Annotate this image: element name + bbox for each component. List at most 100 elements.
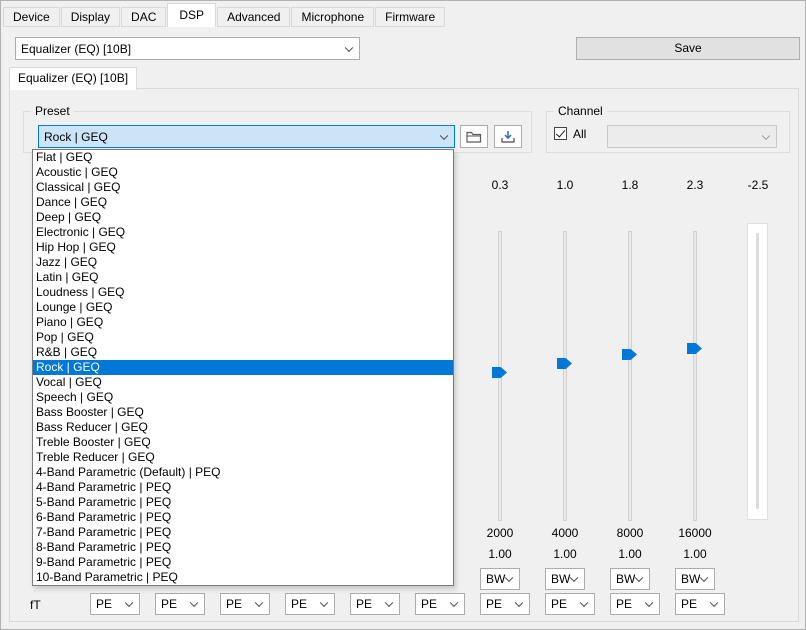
preset-combo[interactable]: Rock | GEQ xyxy=(38,125,455,148)
tab-firmware[interactable]: Firmware xyxy=(375,7,445,27)
chevron-down-icon xyxy=(762,131,770,139)
filter-type-combo[interactable]: PE xyxy=(610,593,660,615)
filter-type-row-label: fT xyxy=(30,598,41,612)
chevron-down-icon xyxy=(515,599,523,607)
eq-slider-thumb[interactable] xyxy=(687,343,702,354)
preset-option[interactable]: Latin | GEQ xyxy=(33,270,453,285)
tab-microphone[interactable]: Microphone xyxy=(291,7,374,27)
filter-type-combo-value: PE xyxy=(356,597,372,611)
tab-display[interactable]: Display xyxy=(61,7,120,27)
preset-option[interactable]: Piano | GEQ xyxy=(33,315,453,330)
filter-type-combo[interactable]: PE xyxy=(415,593,465,615)
bw-combo[interactable]: BW xyxy=(610,568,650,590)
preset-option[interactable]: Dance | GEQ xyxy=(33,195,453,210)
bw-combo-value: BW xyxy=(681,572,700,586)
filter-type-combo[interactable]: PE xyxy=(285,593,335,615)
preset-option[interactable]: Hip Hop | GEQ xyxy=(33,240,453,255)
bw-combo-value: BW xyxy=(616,572,635,586)
preset-option[interactable]: Speech | GEQ xyxy=(33,390,453,405)
main-tabstrip: DeviceDisplayDACDSPAdvancedMicrophoneFir… xyxy=(3,3,446,27)
filter-type-combo-value: PE xyxy=(161,597,177,611)
master-slider-track[interactable] xyxy=(756,233,759,509)
filter-type-combo-value: PE xyxy=(486,597,502,611)
preset-option[interactable]: Classical | GEQ xyxy=(33,180,453,195)
chevron-down-icon xyxy=(570,574,578,582)
preset-option[interactable]: Loudness | GEQ xyxy=(33,285,453,300)
save-preset-button[interactable] xyxy=(494,125,522,148)
tab-device[interactable]: Device xyxy=(3,7,60,27)
preset-option[interactable]: Lounge | GEQ xyxy=(33,300,453,315)
chevron-down-icon xyxy=(320,599,328,607)
bw-combo[interactable]: BW xyxy=(480,568,520,590)
band-frequency-label: 8000 xyxy=(600,526,660,540)
preset-option[interactable]: 4-Band Parametric (Default) | PEQ xyxy=(33,465,453,480)
save-button[interactable]: Save xyxy=(576,37,800,60)
preset-option[interactable]: 10-Band Parametric | PEQ xyxy=(33,570,453,585)
preset-option[interactable]: Treble Booster | GEQ xyxy=(33,435,453,450)
master-gain-value-label: -2.5 xyxy=(728,178,788,192)
chevron-down-icon xyxy=(635,574,643,582)
eq-slider-track[interactable] xyxy=(693,231,697,521)
preset-option[interactable]: Pop | GEQ xyxy=(33,330,453,345)
preset-option[interactable]: 6-Band Parametric | PEQ xyxy=(33,510,453,525)
dsp-settings-window: DeviceDisplayDACDSPAdvancedMicrophoneFir… xyxy=(0,0,806,630)
tab-advanced[interactable]: Advanced xyxy=(217,7,290,27)
preset-option[interactable]: Vocal | GEQ xyxy=(33,375,453,390)
preset-option[interactable]: Bass Booster | GEQ xyxy=(33,405,453,420)
preset-option[interactable]: 8-Band Parametric | PEQ xyxy=(33,540,453,555)
bw-combo[interactable]: BW xyxy=(545,568,585,590)
band-bandwidth-value-label: 1.00 xyxy=(665,547,725,561)
preset-option[interactable]: Rock | GEQ xyxy=(33,360,453,375)
preset-option[interactable]: Flat | GEQ xyxy=(33,150,453,165)
chevron-down-icon xyxy=(710,599,718,607)
chevron-down-icon xyxy=(450,599,458,607)
chevron-down-icon xyxy=(505,574,513,582)
preset-option[interactable]: 4-Band Parametric | PEQ xyxy=(33,480,453,495)
band-gain-value-label: 2.3 xyxy=(665,178,725,192)
filter-type-combo[interactable]: PE xyxy=(350,593,400,615)
filter-type-combo-value: PE xyxy=(616,597,632,611)
eq-slider-thumb[interactable] xyxy=(557,358,572,369)
eq-slider-thumb[interactable] xyxy=(622,349,637,360)
band-frequency-label: 16000 xyxy=(665,526,725,540)
filter-type-combo[interactable]: PE xyxy=(90,593,140,615)
preset-option[interactable]: Electronic | GEQ xyxy=(33,225,453,240)
filter-type-combo[interactable]: PE xyxy=(675,593,725,615)
filter-type-combo[interactable]: PE xyxy=(220,593,270,615)
band-gain-value-label: 1.8 xyxy=(600,178,660,192)
tab-dac[interactable]: DAC xyxy=(121,7,166,27)
preset-option[interactable]: Jazz | GEQ xyxy=(33,255,453,270)
filter-type-combo[interactable]: PE xyxy=(480,593,530,615)
chevron-down-icon xyxy=(345,43,353,51)
preset-option[interactable]: Deep | GEQ xyxy=(33,210,453,225)
module-selector-combo[interactable]: Equalizer (EQ) [10B] xyxy=(15,37,360,60)
preset-option[interactable]: Treble Reducer | GEQ xyxy=(33,450,453,465)
preset-option[interactable]: 7-Band Parametric | PEQ xyxy=(33,525,453,540)
save-preset-icon xyxy=(500,130,516,143)
filter-type-combo-value: PE xyxy=(681,597,697,611)
tab-dsp[interactable]: DSP xyxy=(167,3,216,27)
preset-option[interactable]: Acoustic | GEQ xyxy=(33,165,453,180)
filter-type-combo[interactable]: PE xyxy=(155,593,205,615)
eq-slider-thumb[interactable] xyxy=(492,367,507,378)
module-selector-value: Equalizer (EQ) [10B] xyxy=(21,42,131,56)
preset-combo-value: Rock | GEQ xyxy=(44,130,108,144)
preset-dropdown-list: Flat | GEQAcoustic | GEQClassical | GEQD… xyxy=(32,149,454,586)
preset-option[interactable]: 9-Band Parametric | PEQ xyxy=(33,555,453,570)
preset-option[interactable]: Bass Reducer | GEQ xyxy=(33,420,453,435)
eq-slider-track[interactable] xyxy=(563,231,567,521)
filter-type-combo-value: PE xyxy=(96,597,112,611)
bw-combo[interactable]: BW xyxy=(675,568,715,590)
filter-type-combo[interactable]: PE xyxy=(545,593,595,615)
bw-combo-value: BW xyxy=(551,572,570,586)
band-frequency-label: 2000 xyxy=(470,526,530,540)
preset-option[interactable]: 5-Band Parametric | PEQ xyxy=(33,495,453,510)
all-checkbox[interactable] xyxy=(554,127,567,140)
eq-slider-track[interactable] xyxy=(628,231,632,521)
bw-combo-value: BW xyxy=(486,572,505,586)
chevron-down-icon xyxy=(580,599,588,607)
preset-option[interactable]: R&B | GEQ xyxy=(33,345,453,360)
band-gain-value-label: 0.3 xyxy=(470,178,530,192)
band-frequency-label: 4000 xyxy=(535,526,595,540)
open-preset-button[interactable] xyxy=(460,125,488,148)
